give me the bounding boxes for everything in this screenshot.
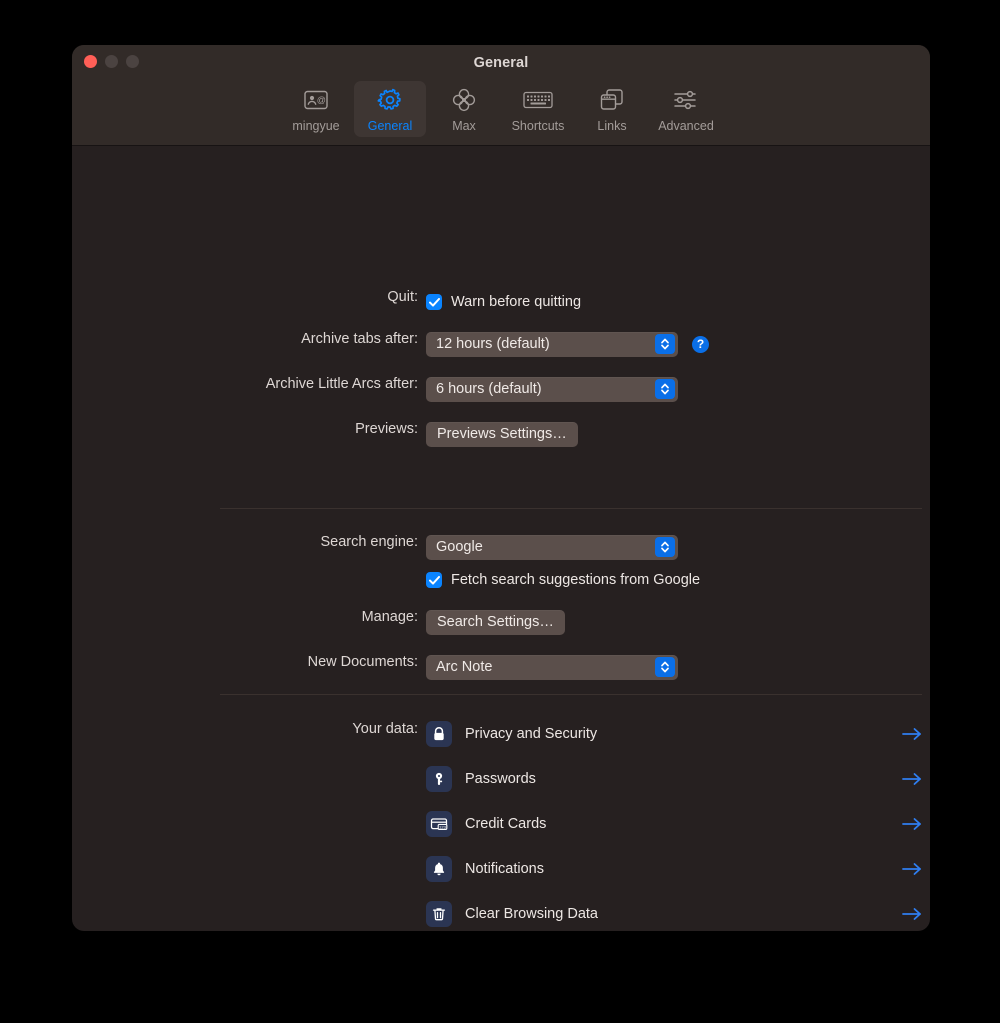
- flower-icon: [451, 86, 477, 114]
- tab-label: General: [367, 119, 413, 133]
- svg-text:123: 123: [439, 825, 446, 830]
- previews-settings-button[interactable]: Previews Settings…: [426, 421, 578, 447]
- search-engine-value: Google: [436, 539, 483, 555]
- data-row-label: Passwords: [465, 771, 536, 787]
- arrow-right-icon[interactable]: [902, 772, 922, 786]
- archive-tabs-control: 12 hours (default) ?: [426, 331, 709, 357]
- contact-card-icon: @: [304, 86, 328, 114]
- new-documents-select[interactable]: Arc Note: [426, 654, 678, 680]
- search-engine-label-wrap: Search engine:: [118, 534, 418, 560]
- arrow-right-icon[interactable]: [902, 817, 922, 831]
- manage-control: Search Settings…: [426, 609, 565, 635]
- separator: [220, 694, 922, 695]
- tab-shortcuts[interactable]: Shortcuts: [502, 81, 574, 137]
- tab-general[interactable]: General: [354, 81, 426, 137]
- data-row-clear-browsing-data[interactable]: Clear Browsing Data: [426, 899, 922, 929]
- data-row-label: Notifications: [465, 861, 544, 877]
- data-row-label: Privacy and Security: [465, 726, 598, 742]
- archive-tabs-help-button[interactable]: ?: [692, 335, 709, 353]
- previews-control: Previews Settings…: [426, 421, 578, 447]
- window-title: General: [473, 55, 529, 71]
- search-engine-select[interactable]: Google: [426, 534, 678, 560]
- data-row-notifications[interactable]: Notifications: [426, 854, 922, 884]
- chevron-updown-icon[interactable]: [655, 537, 675, 557]
- fetch-suggestions-row[interactable]: Fetch search suggestions from Google: [426, 572, 700, 588]
- archive-little-arcs-value: 6 hours (default): [436, 381, 542, 397]
- separator: [220, 508, 922, 509]
- tab-links[interactable]: Links: [576, 81, 648, 137]
- svg-text:@: @: [317, 95, 326, 105]
- arrow-right-icon[interactable]: [902, 862, 922, 876]
- tab-label: Advanced: [658, 119, 714, 133]
- warn-before-quitting-checkbox[interactable]: [426, 294, 442, 310]
- credit-card-icon: 123: [426, 811, 452, 837]
- previews-label: Previews:: [355, 421, 418, 437]
- tab-label: Shortcuts: [511, 119, 565, 133]
- quit-control: Warn before quitting: [426, 289, 581, 315]
- window-titlebar: General @ mingyue General Max Shortcuts …: [72, 45, 930, 146]
- archive-little-arcs-label: Archive Little Arcs after:: [265, 376, 418, 392]
- manage-label-wrap: Manage:: [118, 609, 418, 635]
- archive-tabs-label: Archive tabs after:: [301, 331, 418, 347]
- archive-tabs-value: 12 hours (default): [436, 336, 550, 352]
- tab-mingyue[interactable]: @ mingyue: [280, 81, 352, 137]
- manage-label: Manage:: [361, 609, 418, 625]
- arrow-right-icon[interactable]: [902, 727, 922, 741]
- arrow-right-icon[interactable]: [902, 907, 922, 921]
- fetch-suggestions-control: Fetch search suggestions from Google: [426, 567, 700, 593]
- archive-tabs-label-wrap: Archive tabs after:: [118, 331, 418, 357]
- tab-label: Links: [597, 119, 627, 133]
- tab-label: Max: [452, 119, 476, 133]
- archive-little-arcs-label-wrap: Archive Little Arcs after:: [118, 376, 418, 402]
- data-row-privacy-and-security[interactable]: Privacy and Security: [426, 719, 922, 749]
- quit-label-wrap: Quit:: [118, 289, 418, 315]
- search-engine-label: Search engine:: [320, 534, 418, 550]
- tab-advanced[interactable]: Advanced: [650, 81, 722, 137]
- settings-toolbar: @ mingyue General Max Shortcuts Links Ad…: [72, 81, 930, 137]
- quit-label: Quit:: [387, 289, 418, 305]
- data-row-label: Clear Browsing Data: [465, 906, 598, 922]
- new-documents-label-wrap: New Documents:: [118, 654, 418, 680]
- bell-icon: [426, 856, 452, 882]
- new-documents-control: Arc Note: [426, 654, 678, 680]
- chevron-updown-icon[interactable]: [655, 657, 675, 677]
- search-settings-button[interactable]: Search Settings…: [426, 609, 565, 635]
- new-documents-value: Arc Note: [436, 659, 493, 675]
- previews-label-wrap: Previews:: [118, 421, 418, 447]
- data-row-credit-cards[interactable]: 123 Credit Cards: [426, 809, 922, 839]
- your-data-label-wrap: Your data:: [118, 721, 418, 747]
- keyboard-icon: [523, 86, 553, 114]
- lock-icon: [426, 721, 452, 747]
- warn-before-quitting-row[interactable]: Warn before quitting: [426, 294, 581, 310]
- trash-icon: [426, 901, 452, 927]
- sliders-icon: [673, 86, 699, 114]
- data-row-passwords[interactable]: Passwords: [426, 764, 922, 794]
- fetch-suggestions-checkbox[interactable]: [426, 572, 442, 588]
- data-row-label: Credit Cards: [465, 816, 547, 832]
- your-data-label: Your data:: [352, 721, 418, 737]
- gear-icon: [377, 86, 403, 114]
- warn-before-quitting-label: Warn before quitting: [451, 294, 582, 310]
- new-documents-label: New Documents:: [307, 654, 418, 670]
- windows-icon: [599, 86, 625, 114]
- settings-window: General @ mingyue General Max Shortcuts …: [72, 45, 930, 931]
- fetch-suggestions-label: Fetch search suggestions from Google: [451, 572, 701, 588]
- search-engine-control: Google: [426, 534, 678, 560]
- archive-little-arcs-control: 6 hours (default): [426, 376, 678, 402]
- key-icon: [426, 766, 452, 792]
- archive-little-arcs-select[interactable]: 6 hours (default): [426, 376, 678, 402]
- chevron-updown-icon[interactable]: [655, 334, 675, 354]
- tab-max[interactable]: Max: [428, 81, 500, 137]
- archive-tabs-select[interactable]: 12 hours (default): [426, 331, 678, 357]
- settings-content: Quit: Warn before quitting Archive tabs …: [72, 146, 930, 931]
- chevron-updown-icon[interactable]: [655, 379, 675, 399]
- tab-label: mingyue: [292, 119, 340, 133]
